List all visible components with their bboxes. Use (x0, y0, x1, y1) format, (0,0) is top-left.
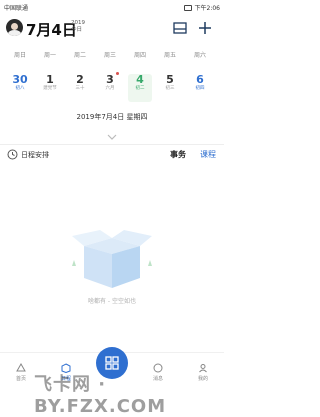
weekday-label: 周二 (73, 52, 86, 59)
schedule-title: 日程安排 (21, 151, 49, 159)
year-today: 2019 今日 (71, 20, 85, 34)
empty-box-icon (72, 230, 152, 288)
weekday-label: 周三 (103, 52, 116, 59)
nav-label: 首页 (15, 376, 26, 382)
clock-icon (7, 149, 18, 160)
divider (0, 144, 224, 145)
day-number: 30 (12, 73, 28, 86)
day-cell[interactable]: 6 初四 (188, 74, 212, 102)
nav-home[interactable]: 首页 (6, 363, 36, 382)
day-cell[interactable]: 3 六月 (98, 72, 122, 102)
today-label[interactable]: 今日 (71, 27, 85, 34)
day-number: 5 (166, 73, 174, 86)
day-number: 3 (106, 73, 114, 86)
carrier-text: 中国联通 (4, 5, 29, 12)
clock-text: 下午2:06 (194, 5, 220, 12)
lunar-label: 三十 (75, 86, 85, 91)
weekday-label: 周一 (43, 52, 56, 59)
lunar-label: 六月 (105, 86, 115, 91)
event-dot (116, 72, 119, 75)
plus-icon[interactable] (197, 20, 213, 36)
status-bar: 中国联通 下午2:06 (0, 0, 224, 14)
empty-state: 啥都有 - 空空如也 (52, 218, 172, 308)
day-cell-today[interactable]: 4 初二 (128, 74, 152, 102)
lunar-label: 初三 (165, 86, 175, 91)
tab-event[interactable]: 事务 (170, 149, 186, 160)
status-icons: 下午2:06 (183, 3, 220, 12)
day-number: 1 (46, 73, 54, 86)
day-cell[interactable]: 30 初八 (8, 74, 32, 102)
weekday-label: 周五 (163, 52, 176, 59)
day-cell[interactable]: 5 初三 (158, 74, 182, 102)
lunar-label: 建党节 (43, 86, 57, 91)
lunar-label: 初八 (15, 86, 25, 91)
schedule-header: 日程安排 事务 课程 (0, 148, 224, 164)
day-cell[interactable]: 1 建党节 (38, 74, 62, 102)
chevron-down-icon[interactable] (106, 133, 118, 141)
weekday-label: 周日 (13, 52, 26, 59)
week-strip: 周日 周一 周二 周三 周四 周五 周六 30 初八 1 建党节 2 三十 3 … (0, 50, 224, 104)
day-number: 2 (76, 73, 84, 86)
day-cell[interactable]: 2 三十 (68, 74, 92, 102)
battery-icon (183, 4, 192, 11)
weekday-label: 周六 (193, 52, 206, 59)
year-text: 2019 (71, 20, 85, 26)
weekday-label: 周四 (133, 52, 146, 59)
avatar[interactable] (6, 19, 23, 36)
current-date[interactable]: 7月4日 (26, 19, 77, 40)
lunar-label: 初二 (135, 86, 145, 91)
tab-course[interactable]: 课程 (200, 149, 216, 160)
full-date: 2019年7月4日 星期四 (76, 113, 148, 121)
list-icon[interactable] (172, 20, 188, 36)
top-header: 7月4日 2019 今日 (0, 14, 224, 44)
day-number: 4 (136, 73, 144, 86)
home-icon (16, 363, 26, 372)
day-number: 6 (196, 73, 204, 86)
lunar-label: 初四 (195, 86, 205, 91)
empty-message: 啥都有 - 空空如也 (88, 298, 136, 305)
watermark-text: 飞卡网 · BY.FZX.COM (34, 374, 167, 417)
